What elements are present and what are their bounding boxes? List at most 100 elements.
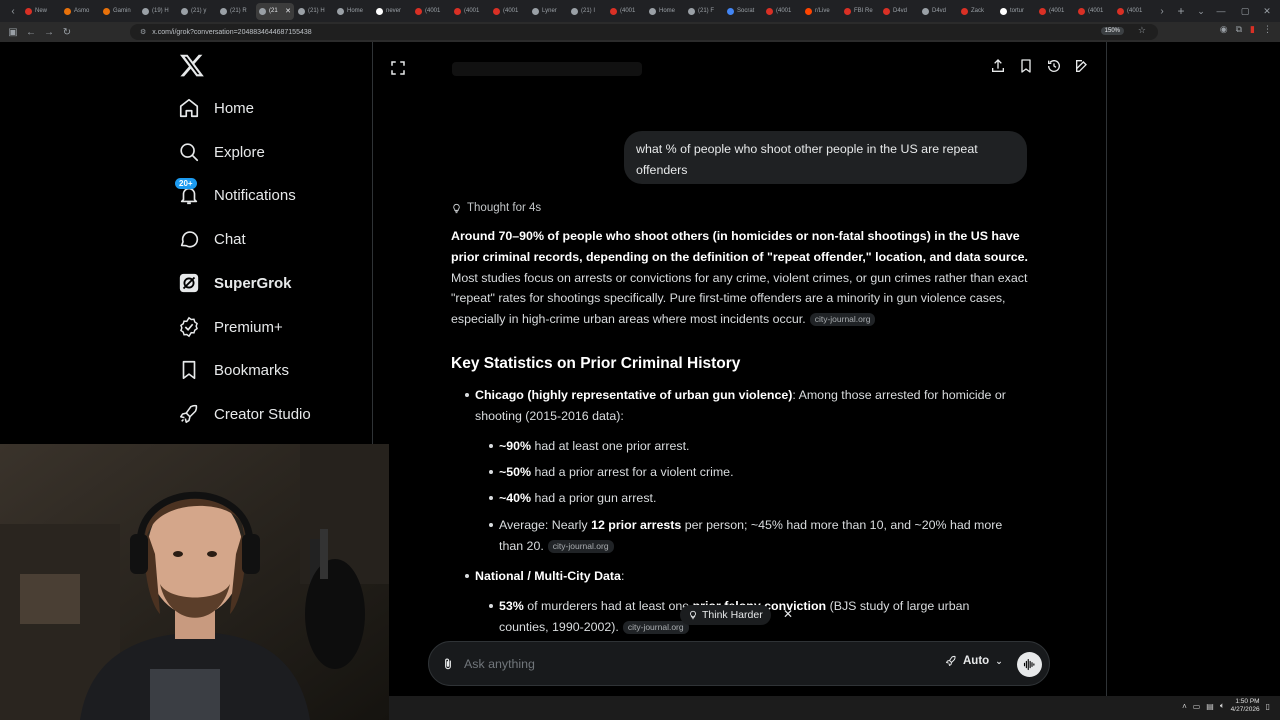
- close-icon[interactable]: ✕: [780, 606, 796, 622]
- tab-label: Home: [659, 8, 676, 14]
- chat-bubble-icon: [180, 231, 199, 248]
- voice-mode-button[interactable]: [1017, 652, 1042, 677]
- source-chip[interactable]: city-journal.org: [547, 540, 614, 553]
- search-icon: [180, 143, 199, 162]
- sidebar-item-creator-studio[interactable]: Creator Studio: [178, 399, 311, 429]
- browser-tab[interactable]: Asmo: [61, 3, 99, 20]
- sidebar-item-bookmarks[interactable]: Bookmarks: [178, 355, 289, 385]
- browser-tab[interactable]: (21) F: [685, 3, 723, 20]
- browser-tab[interactable]: Home: [646, 3, 684, 20]
- sidebar-item-supergrok[interactable]: SuperGrok: [178, 268, 292, 298]
- browser-tab[interactable]: (4001: [451, 3, 489, 20]
- list-item-bold: Chicago (highly representative of urban …: [475, 388, 793, 402]
- expand-icon[interactable]: [389, 59, 407, 77]
- list-item: ~90% had at least one prior arrest.: [499, 436, 689, 457]
- tab-list-chevron-icon[interactable]: ⌄: [1191, 0, 1211, 22]
- bookmark-star-icon[interactable]: ☆: [1138, 25, 1146, 36]
- attach-paperclip-icon[interactable]: [441, 656, 455, 672]
- browser-tab[interactable]: (21) y: [178, 3, 216, 20]
- browser-tab[interactable]: (21 ✕: [256, 2, 294, 20]
- extension-red-icon[interactable]: ▮: [1250, 24, 1255, 35]
- browser-tab[interactable]: (4001: [607, 3, 645, 20]
- browser-tab[interactable]: FBI Re: [841, 3, 879, 20]
- browser-tab[interactable]: (4001: [412, 3, 450, 20]
- volume-icon[interactable]: 🔈︎: [1220, 701, 1225, 711]
- sidebar-item-chat[interactable]: Chat: [178, 224, 246, 254]
- tab-scroll-left-icon[interactable]: ‹: [4, 0, 22, 22]
- share-icon[interactable]: [990, 58, 1006, 74]
- browser-tab[interactable]: Home: [334, 3, 372, 20]
- zoom-badge[interactable]: 150%: [1100, 27, 1124, 35]
- browser-tab[interactable]: Gamin: [100, 3, 138, 20]
- extensions-icon[interactable]: ⧉: [1236, 24, 1242, 35]
- browser-tab[interactable]: r/Live: [802, 3, 840, 20]
- browser-tab[interactable]: Lyner: [529, 3, 567, 20]
- browser-tab[interactable]: (4001: [1114, 3, 1152, 20]
- browser-tab[interactable]: (21) H: [295, 3, 333, 20]
- close-tab-icon[interactable]: ✕: [285, 7, 291, 15]
- site-info-icon[interactable]: ⚙: [140, 28, 146, 36]
- source-chip[interactable]: city-journal.org: [809, 313, 876, 327]
- browser-tab[interactable]: New: [22, 3, 60, 20]
- tab-label: D4vd: [893, 8, 908, 14]
- sidebar-toggle-icon[interactable]: ▣: [4, 22, 22, 42]
- menu-icon[interactable]: ⋮: [1263, 24, 1272, 35]
- source-chip[interactable]: city-journal.org: [622, 621, 689, 634]
- sidebar-item-premium[interactable]: Premium+: [178, 312, 283, 342]
- bullet-dot: [489, 444, 493, 448]
- reload-icon[interactable]: ↻: [58, 22, 76, 42]
- forward-arrow-icon[interactable]: →: [40, 22, 58, 42]
- history-icon[interactable]: [1046, 58, 1062, 74]
- browser-tab[interactable]: never: [373, 3, 411, 20]
- sidebar-item-label: Creator Studio: [214, 405, 311, 423]
- extension-icons: ◉ ⧉ ▮ ⋮: [1220, 24, 1272, 35]
- mode-selector[interactable]: Auto ⌄: [945, 655, 1003, 667]
- thought-toggle[interactable]: Thought for 4s: [451, 202, 541, 214]
- tab-favicon-icon: [415, 7, 422, 15]
- clock[interactable]: 1:50 PM 4/27/2026: [1231, 698, 1260, 714]
- browser-tab[interactable]: (4001: [490, 3, 528, 20]
- new-chat-edit-icon[interactable]: [1074, 58, 1090, 74]
- new-tab-button[interactable]: +: [1171, 0, 1191, 22]
- tab-scroll-right-icon[interactable]: ›: [1153, 0, 1171, 22]
- close-window-icon[interactable]: ✕: [1256, 0, 1278, 22]
- list-item-text: had a prior arrest for a violent crime.: [531, 465, 734, 479]
- notifications-icon[interactable]: ▯: [1266, 702, 1270, 711]
- tab-label: New: [35, 8, 48, 14]
- maximize-window-icon[interactable]: ▢: [1234, 0, 1256, 22]
- sidebar-item-label: Bookmarks: [214, 361, 290, 379]
- browser-tab[interactable]: (4001: [1075, 3, 1113, 20]
- browser-tab[interactable]: Socrat: [724, 3, 762, 20]
- tab-label: (21) H: [308, 8, 325, 14]
- browser-tab[interactable]: (21) R: [217, 3, 255, 20]
- list-item-bold: National / Multi-City Data: [475, 569, 621, 583]
- tab-favicon-icon: [376, 7, 383, 15]
- x-logo-icon[interactable]: [179, 52, 205, 78]
- tray-chevron-icon[interactable]: ˄: [1182, 702, 1187, 711]
- browser-tab[interactable]: (4001: [763, 3, 801, 20]
- browser-tab[interactable]: (19) H: [139, 3, 177, 20]
- tray-app-icon[interactable]: ▭: [1193, 702, 1201, 711]
- profile-icon[interactable]: ◉: [1220, 24, 1228, 35]
- browser-tab[interactable]: tortur: [997, 3, 1035, 20]
- browser-tab[interactable]: (21) I: [568, 3, 606, 20]
- sidebar-item-home[interactable]: Home: [178, 93, 254, 123]
- tab-favicon-icon: [727, 7, 734, 15]
- mode-label: Auto: [963, 655, 990, 667]
- bullet-dot: [489, 604, 493, 608]
- tab-favicon-icon: [259, 7, 266, 15]
- minimize-window-icon[interactable]: —: [1210, 0, 1232, 22]
- network-icon[interactable]: ▤: [1206, 702, 1214, 711]
- think-harder-button[interactable]: Think Harder: [680, 605, 771, 625]
- sidebar-item-notifications[interactable]: 20+ Notifications: [175, 178, 296, 210]
- browser-tab[interactable]: D4vd: [919, 3, 957, 20]
- back-arrow-icon[interactable]: ←: [22, 22, 40, 42]
- bullet-dot: [489, 470, 493, 474]
- browser-tab[interactable]: (4001: [1036, 3, 1074, 20]
- browser-tab[interactable]: D4vd: [880, 3, 918, 20]
- bookmark-icon[interactable]: [1018, 58, 1034, 74]
- browser-tab[interactable]: Zack: [958, 3, 996, 20]
- ask-input[interactable]: [464, 654, 924, 674]
- sidebar-item-explore[interactable]: Explore: [178, 137, 265, 167]
- address-bar[interactable]: ⚙ x.com/i/grok?conversation=204883464468…: [130, 24, 1158, 40]
